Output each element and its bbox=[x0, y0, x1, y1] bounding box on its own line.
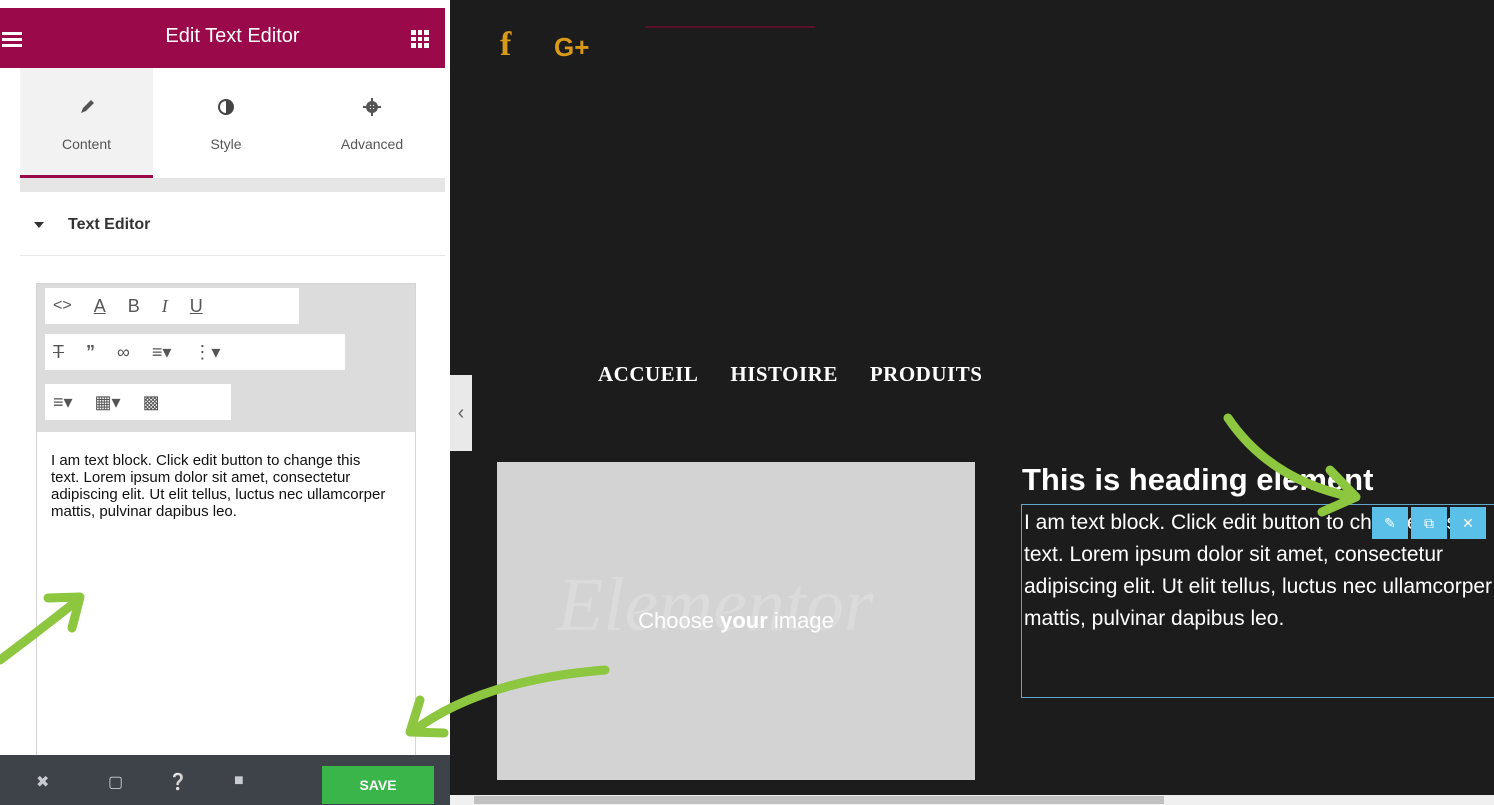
collapse-panel-button[interactable]: ‹ bbox=[450, 375, 472, 451]
blockquote-icon[interactable]: ” bbox=[86, 342, 95, 363]
google-plus-icon[interactable]: G+ bbox=[554, 32, 589, 63]
bold-icon[interactable]: B bbox=[128, 296, 140, 317]
strikethrough-icon[interactable]: T bbox=[53, 342, 64, 363]
panel-title: Edit Text Editor bbox=[165, 25, 300, 47]
numbered-list-icon[interactable]: ≡▾ bbox=[53, 392, 73, 413]
section-text-editor[interactable]: Text Editor bbox=[20, 192, 445, 256]
caret-down-icon bbox=[34, 222, 44, 228]
underline-icon[interactable]: U bbox=[190, 296, 203, 317]
pencil-icon bbox=[80, 100, 94, 113]
image-placeholder[interactable]: Elementor Choose your image bbox=[497, 462, 975, 780]
tab-style[interactable]: Style bbox=[153, 68, 299, 178]
panel-footer: ✖ ▢ ❔ ■ SAVE bbox=[20, 755, 450, 805]
bullet-list-icon[interactable]: ⋮▾ bbox=[193, 342, 220, 363]
italic-icon[interactable]: I bbox=[162, 296, 168, 317]
edit-widget-icon[interactable]: ✎ bbox=[1372, 507, 1408, 539]
heading-element[interactable]: This is heading element bbox=[1022, 462, 1373, 498]
toolbar-row-2: T ” ∞ ≡▾ ⋮▾ bbox=[45, 334, 345, 370]
widgets-grid-icon[interactable] bbox=[411, 30, 429, 48]
tab-advanced-label: Advanced bbox=[340, 136, 404, 152]
panel-tabs: Content Style Advanced bbox=[20, 68, 445, 178]
toolbar-row-1: <> A B I U bbox=[45, 288, 299, 324]
footer-strip bbox=[0, 755, 20, 805]
delete-widget-icon[interactable]: ✕ bbox=[1450, 507, 1486, 539]
panel-left-strip bbox=[0, 0, 20, 805]
tab-content[interactable]: Content bbox=[20, 68, 153, 178]
panel-header: Edit Text Editor bbox=[2, 8, 445, 68]
duplicate-widget-icon[interactable]: ⧉ bbox=[1411, 507, 1447, 539]
choose-image-text: Choose your image bbox=[638, 608, 834, 633]
close-icon[interactable]: ✖ bbox=[36, 772, 49, 792]
align-left-icon[interactable]: ≡▾ bbox=[152, 342, 172, 363]
editor-panel: Edit Text Editor Content Style Advanced … bbox=[0, 0, 450, 805]
tab-advanced[interactable]: Advanced bbox=[299, 68, 445, 178]
table-icon[interactable]: ▦▾ bbox=[95, 392, 121, 413]
help-icon[interactable]: ❔ bbox=[168, 772, 188, 792]
nav-item-produits[interactable]: PRODUITS bbox=[870, 362, 983, 387]
scrollbar-thumb[interactable] bbox=[474, 796, 1164, 804]
elementor-watermark: Elementor bbox=[557, 563, 874, 647]
widget-toolbar: ✎ ⧉ ✕ bbox=[1372, 507, 1494, 539]
nav-item-histoire[interactable]: HISTOIRE bbox=[730, 362, 838, 387]
responsive-icon[interactable]: ▢ bbox=[108, 772, 123, 792]
tab-content-label: Content bbox=[61, 136, 112, 152]
image-icon[interactable]: ▩ bbox=[143, 392, 160, 413]
page-preview: f G+ ACCUEIL HISTOIRE PRODUITS ‹ Element… bbox=[450, 0, 1494, 805]
section-title: Text Editor bbox=[68, 216, 151, 233]
code-icon[interactable]: <> bbox=[53, 297, 72, 315]
tab-style-label: Style bbox=[210, 136, 242, 152]
editor-toolbar: <> A B I U T ” ∞ ≡▾ ⋮▾ ≡▾ ▦▾ ▩ bbox=[37, 284, 415, 432]
facebook-icon[interactable]: f bbox=[500, 26, 511, 64]
top-decoration-line bbox=[645, 26, 815, 28]
horizontal-scrollbar[interactable] bbox=[450, 795, 1494, 805]
main-nav: ACCUEIL HISTOIRE PRODUITS bbox=[598, 362, 982, 387]
folder-icon[interactable]: ■ bbox=[234, 772, 244, 790]
text-editor-widget: <> A B I U T ” ∞ ≡▾ ⋮▾ ≡▾ ▦▾ ▩ I am text… bbox=[36, 283, 416, 758]
hamburger-menu-icon[interactable] bbox=[2, 32, 22, 48]
editor-textarea[interactable]: I am text block. Click edit button to ch… bbox=[51, 452, 391, 520]
gear-icon bbox=[363, 98, 381, 116]
text-color-icon[interactable]: A bbox=[94, 296, 106, 317]
link-icon[interactable]: ∞ bbox=[117, 342, 130, 363]
tabs-separator bbox=[20, 178, 445, 192]
nav-item-accueil[interactable]: ACCUEIL bbox=[598, 362, 698, 387]
save-button[interactable]: SAVE bbox=[322, 766, 434, 804]
toolbar-row-3: ≡▾ ▦▾ ▩ bbox=[45, 384, 231, 420]
half-circle-icon bbox=[218, 99, 234, 115]
